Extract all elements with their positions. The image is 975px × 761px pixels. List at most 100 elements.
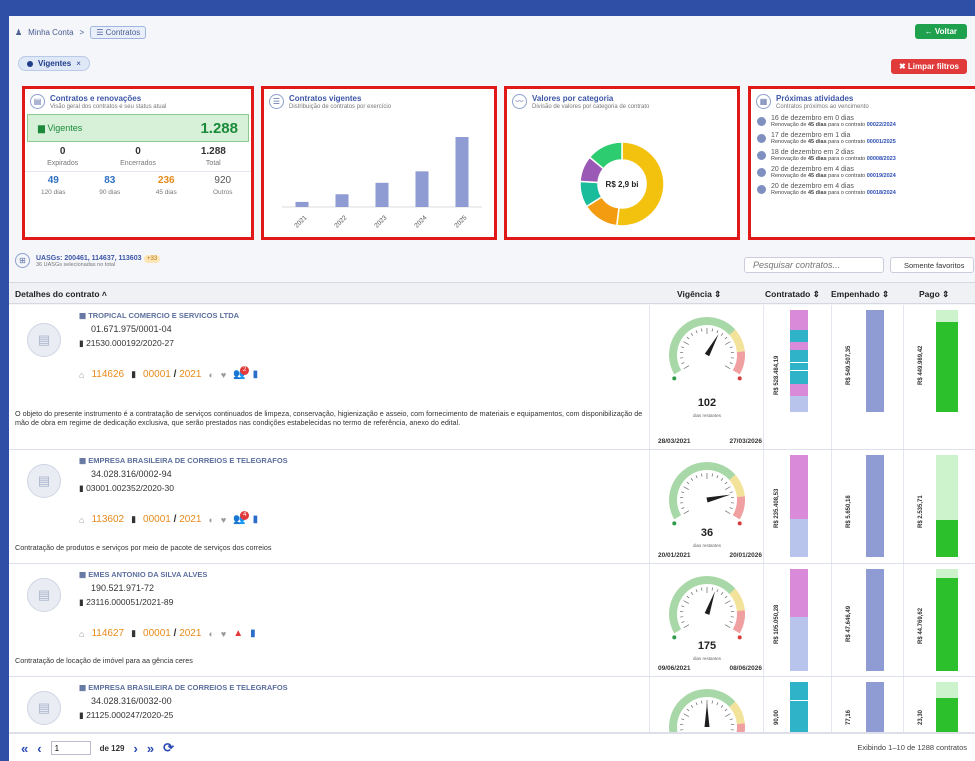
bar-segment bbox=[790, 682, 808, 700]
back-button[interactable]: ← Voltar bbox=[914, 24, 967, 39]
bar-2024[interactable] bbox=[415, 171, 429, 207]
clipboard-icon[interactable]: ▮ bbox=[250, 628, 256, 639]
gauge-tick bbox=[701, 473, 703, 477]
company-name-text: EMPRESA BRASILEIRA DE CORREIOS E TELEGRA… bbox=[88, 683, 288, 692]
bar-2023[interactable] bbox=[375, 182, 389, 207]
contract-number: 00001 bbox=[143, 514, 171, 525]
stat-outros-label: Outros bbox=[212, 189, 233, 196]
stat-45-dias[interactable]: 236 45 dias bbox=[138, 172, 195, 199]
activity-item[interactable]: 20 de dezembro em 4 dias Renovação de 45 … bbox=[751, 181, 975, 198]
folder-icon: ▮ bbox=[79, 597, 84, 607]
last-page-button[interactable]: » bbox=[147, 741, 154, 756]
contract-details: ▤ ▦ EMES ANTONIO DA SILVA ALVES 190.521.… bbox=[9, 564, 649, 676]
clipboard-icon[interactable]: ▮ bbox=[253, 369, 259, 380]
encerrados-stat[interactable]: 0 Encerrados bbox=[100, 142, 175, 171]
filter-chip-remove[interactable]: × bbox=[76, 59, 81, 68]
table-row[interactable]: ▤ ▦ EMPRESA BRASILEIRA DE CORREIOS E TEL… bbox=[9, 677, 975, 733]
gauge-tick bbox=[701, 587, 703, 591]
uasg-selector[interactable]: ⊞ UASGs: 200461, 114637, 113603 +33 36 U… bbox=[15, 252, 161, 268]
next-page-button[interactable]: › bbox=[133, 741, 137, 756]
activity-contract-link[interactable]: 00018/2024 bbox=[867, 190, 896, 196]
gauge-tick bbox=[720, 704, 724, 708]
building-icon: ▦ bbox=[79, 683, 87, 692]
process-number: ▮ 21530.000192/2020-27 bbox=[79, 338, 174, 349]
pago-bar bbox=[936, 682, 958, 732]
people-icon[interactable]: 👥 4 bbox=[233, 511, 250, 525]
gauge-tick bbox=[729, 605, 733, 608]
first-page-button[interactable]: « bbox=[21, 741, 28, 756]
activity-contract-link[interactable]: 00008/2023 bbox=[867, 156, 896, 162]
bar-2021[interactable] bbox=[295, 201, 309, 207]
bar-segment bbox=[790, 384, 808, 396]
gauge-tick bbox=[725, 600, 731, 604]
activity-contract-link[interactable]: 00001/2025 bbox=[867, 139, 896, 145]
clipboard-icon[interactable]: ▮ bbox=[253, 514, 259, 525]
heart-icon[interactable]: ♥ bbox=[221, 515, 226, 525]
contract-number-separator: / bbox=[170, 628, 180, 639]
calendar-icon: ▦ bbox=[756, 94, 771, 109]
money-icon[interactable]: ◐ bbox=[208, 370, 213, 380]
empenhado-value: 77,16 bbox=[846, 709, 852, 725]
folder-icon: ▮ bbox=[79, 483, 84, 493]
uasg-code[interactable]: 114627 bbox=[91, 628, 124, 639]
people-icon[interactable]: 👥 2 bbox=[233, 366, 250, 380]
activity-contract-link[interactable]: 00022/2024 bbox=[867, 122, 896, 128]
col-vigencia[interactable]: Vigência ⇕ bbox=[677, 289, 721, 300]
heart-icon[interactable]: ♥ bbox=[221, 629, 226, 639]
activity-contract-link[interactable]: 00019/2024 bbox=[867, 173, 896, 179]
col-detalhes[interactable]: Detalhes do contrato ˄ bbox=[15, 289, 107, 299]
activity-item[interactable]: 20 de dezembro em 4 dias Renovação de 45 … bbox=[751, 164, 975, 181]
file-icon: ▮ bbox=[131, 628, 137, 638]
money-icon[interactable]: ◐ bbox=[208, 629, 213, 639]
contract-details: ▤ ▦ EMPRESA BRASILEIRA DE CORREIOS E TEL… bbox=[9, 677, 649, 732]
table-row[interactable]: ▤ ▦ EMES ANTONIO DA SILVA ALVES 190.521.… bbox=[9, 564, 975, 677]
activity-item[interactable]: 18 de dezembro em 2 dias Renovação de 45 … bbox=[751, 147, 975, 164]
activity-item[interactable]: 16 de dezembro em 0 dias Renovação de 45 … bbox=[751, 113, 975, 130]
favorites-toggle[interactable]: Somente favoritos bbox=[890, 257, 974, 273]
company-name-text: EMES ANTONIO DA SILVA ALVES bbox=[88, 570, 208, 579]
warning-icon[interactable]: ▲ bbox=[233, 628, 243, 639]
card-subtitle: Contratos próximos ao vencimento bbox=[776, 104, 869, 110]
gauge-tick bbox=[711, 328, 713, 332]
page-input[interactable] bbox=[50, 741, 91, 755]
page-total: de 129 bbox=[99, 743, 125, 753]
stat-120-dias[interactable]: 49 120 dias bbox=[25, 172, 82, 199]
uasg-code[interactable]: 113602 bbox=[91, 514, 124, 525]
bar-2022[interactable] bbox=[335, 194, 349, 207]
col-contratado[interactable]: Contratado ⇕ bbox=[765, 289, 820, 300]
expirados-stat[interactable]: 0 Expirados bbox=[25, 142, 100, 171]
search-input[interactable] bbox=[744, 257, 884, 273]
showing-count: Exibindo 1–10 de 1288 contratos bbox=[857, 743, 967, 752]
col-pago[interactable]: Pago ⇕ bbox=[919, 289, 949, 300]
prev-page-button[interactable]: ‹ bbox=[37, 741, 41, 756]
folder-icon: ▮ bbox=[79, 710, 84, 720]
heart-icon[interactable]: ♥ bbox=[221, 370, 226, 380]
breadcrumb-current: ☰ Contratos bbox=[90, 25, 147, 39]
activity-item[interactable]: 17 de dezembro em 1 dia Renovação de 45 d… bbox=[751, 130, 975, 147]
vigentes-summary[interactable]: ▆ Vigentes 1.288 bbox=[27, 114, 249, 142]
gauge-tick bbox=[716, 702, 719, 706]
gauge-tick bbox=[690, 477, 694, 481]
table-row[interactable]: ▤ ▦ EMPRESA BRASILEIRA DE CORREIOS E TEL… bbox=[9, 450, 975, 564]
activity-days: 45 dias bbox=[808, 173, 827, 179]
col-empenhado[interactable]: Empenhado ⇕ bbox=[831, 289, 889, 300]
table-row[interactable]: ▤ ▦ TROPICAL COMERCIO E SERVICOS LTDA 01… bbox=[9, 305, 975, 450]
breadcrumb-home[interactable]: Minha Conta bbox=[28, 28, 73, 37]
bar-2025[interactable] bbox=[455, 137, 469, 207]
money-icon[interactable]: ◐ bbox=[208, 515, 213, 525]
contratado-value: R$ 105.050,28 bbox=[774, 604, 780, 644]
company-name: ▦ EMES ANTONIO DA SILVA ALVES bbox=[79, 570, 207, 579]
company-name: ▦ EMPRESA BRASILEIRA DE CORREIOS E TELEG… bbox=[79, 456, 288, 465]
contract-year: 2021 bbox=[179, 628, 202, 639]
stat-90-dias[interactable]: 83 90 dias bbox=[82, 172, 139, 199]
clear-filters-button[interactable]: ✖ Limpar filtros bbox=[890, 59, 967, 74]
building-icon: ▦ bbox=[79, 570, 87, 579]
contract-details: ▤ ▦ EMPRESA BRASILEIRA DE CORREIOS E TEL… bbox=[9, 450, 649, 563]
uasg-code[interactable]: 114626 bbox=[91, 369, 124, 380]
days-label: dias restantes bbox=[692, 543, 721, 548]
refresh-icon[interactable]: ⟳ bbox=[163, 740, 174, 756]
stat-outros[interactable]: 920 Outros bbox=[195, 172, 252, 199]
x-tick-label: 2022 bbox=[333, 214, 348, 229]
gauge-tick bbox=[701, 700, 703, 704]
gauge-band bbox=[736, 723, 745, 732]
